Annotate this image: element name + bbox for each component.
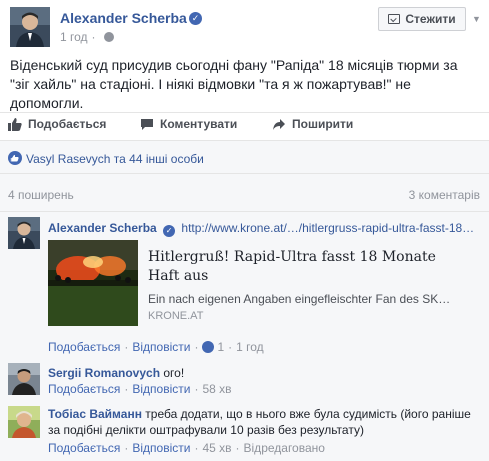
likes-summary: Vasyl Rasevych та 44 інші особи xyxy=(0,140,489,174)
comment-reply-button[interactable]: Відповісти xyxy=(132,382,190,396)
share-arrow-icon xyxy=(273,118,285,130)
like-reaction-icon xyxy=(202,341,215,353)
comment-like-button[interactable]: Подобається xyxy=(48,382,120,396)
verified-badge-icon: ✓ xyxy=(189,12,202,25)
post-timestamp[interactable]: 1 год · xyxy=(60,30,114,44)
link-preview-title[interactable]: Hitlergruß! Rapid-Ultra fasst 18 Monate … xyxy=(148,248,448,286)
link-preview-image xyxy=(48,240,138,326)
shares-count[interactable]: 4 поширень xyxy=(8,188,74,202)
author-avatar[interactable] xyxy=(10,7,50,47)
post-time[interactable]: 1 год xyxy=(60,30,88,44)
comment-avatar[interactable] xyxy=(8,363,40,395)
comment-meta: Подобається · Відповісти · 58 хв xyxy=(48,382,232,396)
comment-reply-button[interactable]: Відповісти xyxy=(132,441,190,455)
thumbs-up-icon xyxy=(8,117,22,131)
comment-edited-label[interactable]: Відредаговано xyxy=(244,441,325,455)
post: Alexander Scherba ✓ 1 год · Стежити ▼ Від… xyxy=(0,0,489,461)
comment-reply-button[interactable]: Відповісти xyxy=(132,340,190,354)
comment-time[interactable]: 58 хв xyxy=(202,382,231,396)
globe-icon xyxy=(103,32,114,42)
share-label: Поширити xyxy=(292,117,354,131)
like-button[interactable]: Подобається xyxy=(8,117,106,131)
comment-like-button[interactable]: Подобається xyxy=(48,340,120,354)
speech-bubble-icon xyxy=(141,118,153,130)
follow-button[interactable]: Стежити xyxy=(378,7,466,31)
like-label: Подобається xyxy=(28,117,107,131)
comment-meta: Подобається · Відповісти · 1 · 1 год xyxy=(48,340,264,354)
comment-body: Sergii Romanovych ого! xyxy=(48,365,482,381)
comment-author[interactable]: Тобіас Вайманн xyxy=(48,407,142,421)
comment-meta: Подобається · Відповісти · 45 хв · Відредагова… xyxy=(48,441,325,455)
verified-badge-icon: ✓ xyxy=(163,225,176,237)
follow-icon xyxy=(388,14,401,24)
likes-text[interactable]: Vasyl Rasevych та 44 інші особи xyxy=(26,152,204,166)
like-reaction-icon xyxy=(8,151,22,165)
comment-like-button[interactable]: Подобається xyxy=(48,441,120,455)
post-text: Віденський суд присудив сьогодні фану "Р… xyxy=(10,57,458,111)
link-preview-description: Ein nach eigenen Angaben eingefleischter… xyxy=(148,292,451,306)
comment-text: ого! xyxy=(163,366,185,380)
link-preview-card[interactable]: Hitlergruß! Rapid-Ultra fasst 18 Monate … xyxy=(48,240,450,326)
comment-body: Alexander Scherba ✓ http://www.krone.at/… xyxy=(48,220,482,237)
post-stats: 4 поширень 3 коментарів xyxy=(0,174,489,212)
comment-avatar[interactable] xyxy=(8,217,40,249)
share-button[interactable]: Поширити xyxy=(272,117,353,131)
comment-link-url[interactable]: http://www.krone.at/…/hitlergruss-rapid-… xyxy=(181,221,474,235)
comments-count[interactable]: 3 коментарів xyxy=(409,188,480,202)
comment-reaction-count[interactable]: 1 xyxy=(217,340,224,354)
comments-section: Alexander Scherba ✓ http://www.krone.at/… xyxy=(0,212,489,461)
action-bar: Подобається Коментувати Поширити xyxy=(0,112,489,136)
comment-body: Тобіас Вайманн треба додати, що в нього … xyxy=(48,406,482,438)
author-name[interactable]: Alexander Scherba xyxy=(60,10,187,26)
comment-time[interactable]: 1 год xyxy=(236,340,264,354)
comment-button[interactable]: Коментувати xyxy=(140,117,237,131)
comment-time[interactable]: 45 хв xyxy=(202,441,231,455)
link-preview-domain: KRONE.AT xyxy=(148,310,204,322)
comment-label: Коментувати xyxy=(160,117,238,131)
comment-author[interactable]: Alexander Scherba xyxy=(48,221,157,235)
comment-avatar[interactable] xyxy=(8,406,40,438)
comment-author[interactable]: Sergii Romanovych xyxy=(48,366,160,380)
chevron-down-icon[interactable]: ▼ xyxy=(472,14,481,24)
follow-label: Стежити xyxy=(405,12,456,26)
